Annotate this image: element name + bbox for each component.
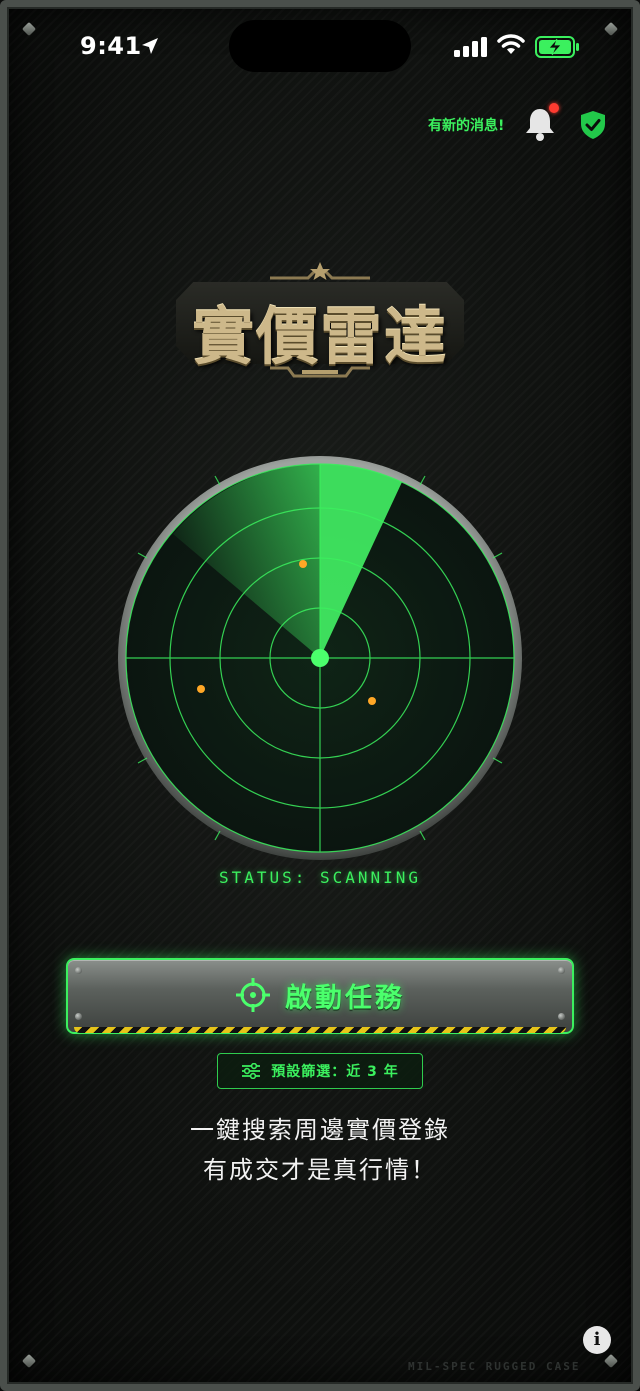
app-logo: 實價雷達	[168, 262, 472, 382]
case-label: MIL-SPEC RUGGED CASE	[408, 1360, 581, 1373]
unread-badge	[549, 103, 559, 113]
location-arrow-icon	[142, 38, 158, 54]
status-bar: 9:41	[0, 0, 640, 96]
dynamic-island	[229, 20, 411, 72]
radar-blip[interactable]	[299, 560, 307, 568]
new-message-label[interactable]: 有新的消息!	[428, 115, 504, 135]
battery-charging-icon	[535, 36, 579, 58]
scan-status-label: STATUS: SCANNING	[218, 868, 422, 887]
radar-center	[311, 649, 329, 667]
radar-blip[interactable]	[197, 685, 205, 693]
filter-chip[interactable]: 預設篩選：近 3 年	[217, 1053, 423, 1089]
cellular-signal-icon	[454, 37, 487, 57]
start-mission-button[interactable]: 啟動任務	[66, 958, 574, 1034]
sliders-icon	[242, 1063, 261, 1079]
wifi-icon	[497, 34, 525, 54]
status-time: 9:41	[80, 32, 142, 60]
tagline-line-1: 一鍵搜索周邊實價登錄	[190, 1116, 450, 1144]
shield-check-icon[interactable]	[580, 110, 606, 140]
logo-text: 實價雷達	[191, 300, 448, 373]
logo-star-emblem	[270, 262, 370, 280]
crosshair-icon	[236, 978, 270, 1012]
info-icon[interactable]: i	[583, 1326, 611, 1354]
logo-bottom-bar	[270, 366, 370, 378]
filter-label: 預設篩選：近 3 年	[271, 1064, 399, 1080]
tagline-line-2: 有成交才是真行情！	[203, 1156, 437, 1184]
start-mission-label: 啟動任務	[285, 982, 405, 1014]
hazard-stripe	[74, 1027, 566, 1033]
radar-blip[interactable]	[368, 697, 376, 705]
radar-display	[118, 456, 522, 860]
